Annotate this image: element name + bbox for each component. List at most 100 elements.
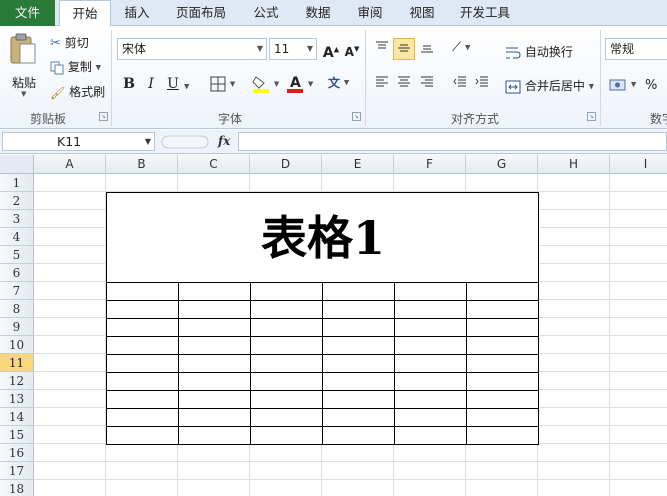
row-header-18[interactable]: 18 — [0, 480, 34, 496]
table-cell[interactable] — [179, 427, 250, 444]
table-cell[interactable] — [251, 301, 322, 318]
align-right-button[interactable] — [416, 73, 438, 95]
table-cell[interactable] — [107, 355, 178, 372]
table-cell[interactable] — [107, 373, 178, 390]
font-color-button[interactable]: A ▼ — [286, 74, 313, 94]
table-cell[interactable] — [251, 391, 322, 408]
row-header-17[interactable]: 17 — [0, 462, 34, 480]
column-header-b[interactable]: B — [106, 155, 178, 174]
insert-function-button[interactable]: fx — [218, 132, 230, 151]
table-cell[interactable] — [179, 373, 250, 390]
table-cell[interactable] — [179, 355, 250, 372]
table-cell[interactable] — [395, 355, 466, 372]
table-cell[interactable] — [323, 283, 394, 300]
table-cell[interactable] — [107, 409, 178, 426]
row-header-9[interactable]: 9 — [0, 318, 34, 336]
table-cell[interactable] — [323, 301, 394, 318]
font-launcher-icon[interactable]: ↘ — [352, 112, 361, 121]
row-header-13[interactable]: 13 — [0, 390, 34, 408]
merge-dropdown-icon[interactable]: ▼ — [589, 83, 594, 91]
tab-home[interactable]: 开始 — [59, 0, 111, 27]
column-header-i[interactable]: I — [610, 155, 667, 174]
row-header-16[interactable]: 16 — [0, 444, 34, 462]
table-cell[interactable] — [107, 427, 178, 444]
format-painter-button[interactable]: 🖌 格式刷 — [50, 83, 105, 100]
row-header-8[interactable]: 8 — [0, 300, 34, 318]
row-header-6[interactable]: 6 — [0, 264, 34, 282]
borders-button[interactable]: ▼ — [210, 76, 235, 92]
grow-font-button[interactable]: A▲ — [320, 38, 342, 61]
paste-button[interactable]: 粘贴 ▼ — [8, 32, 40, 102]
fill-color-button[interactable]: ▼ — [252, 74, 279, 94]
table-title[interactable]: 表格1 — [107, 193, 539, 283]
formula-input[interactable] — [238, 132, 667, 151]
row-header-3[interactable]: 3 — [0, 210, 34, 228]
table-cell[interactable] — [395, 337, 466, 354]
table-cell[interactable] — [395, 391, 466, 408]
table-cell[interactable] — [467, 301, 538, 318]
tab-data[interactable]: 数据 — [295, 0, 341, 26]
underline-button[interactable]: U — [162, 73, 184, 95]
currency-button[interactable]: ▼ — [609, 77, 636, 92]
row-header-14[interactable]: 14 — [0, 408, 34, 426]
row-header-15[interactable]: 15 — [0, 426, 34, 444]
column-header-d[interactable]: D — [250, 155, 322, 174]
row-header-10[interactable]: 10 — [0, 336, 34, 354]
tab-page-layout[interactable]: 页面布局 — [168, 0, 234, 26]
tab-insert[interactable]: 插入 — [114, 0, 160, 26]
name-box[interactable]: K11 ▼ — [2, 132, 155, 151]
table-cell[interactable] — [251, 373, 322, 390]
table-cell[interactable] — [107, 319, 178, 336]
tab-file[interactable]: 文件 — [0, 0, 55, 26]
font-size-select[interactable]: 11 ▼ — [269, 38, 317, 60]
table-cell[interactable] — [107, 391, 178, 408]
table-cell[interactable] — [395, 427, 466, 444]
table-cell[interactable] — [251, 427, 322, 444]
tab-formulas[interactable]: 公式 — [243, 0, 289, 26]
orientation-button[interactable]: ⟋ ▼ — [452, 40, 470, 55]
table-cell[interactable] — [395, 409, 466, 426]
table-cell[interactable] — [107, 283, 178, 300]
phonetic-button[interactable]: 文 ▼ — [328, 74, 349, 91]
table-cell[interactable] — [323, 409, 394, 426]
table-cell[interactable] — [179, 319, 250, 336]
column-header-f[interactable]: F — [394, 155, 466, 174]
table-cell[interactable] — [467, 373, 538, 390]
select-all-corner[interactable] — [0, 155, 34, 174]
copy-button[interactable]: 复制 ▼ — [50, 58, 101, 75]
table-cell[interactable] — [323, 427, 394, 444]
table-cell[interactable] — [395, 301, 466, 318]
bordered-table[interactable]: 表格1 — [106, 192, 539, 445]
align-center-button[interactable] — [393, 73, 415, 95]
table-cell[interactable] — [467, 427, 538, 444]
table-cell[interactable] — [467, 283, 538, 300]
column-header-c[interactable]: C — [178, 155, 250, 174]
italic-button[interactable]: I — [140, 73, 162, 95]
column-header-g[interactable]: G — [466, 155, 538, 174]
table-cell[interactable] — [467, 355, 538, 372]
row-header-12[interactable]: 12 — [0, 372, 34, 390]
row-header-1[interactable]: 1 — [0, 174, 34, 192]
row-header-4[interactable]: 4 — [0, 228, 34, 246]
table-cell[interactable] — [179, 409, 250, 426]
clipboard-launcher-icon[interactable]: ↘ — [99, 112, 108, 121]
table-cell[interactable] — [467, 409, 538, 426]
row-header-2[interactable]: 2 — [0, 192, 34, 210]
table-cell[interactable] — [179, 301, 250, 318]
table-cell[interactable] — [251, 337, 322, 354]
align-left-button[interactable] — [371, 73, 393, 95]
table-cell[interactable] — [395, 373, 466, 390]
table-cell[interactable] — [323, 355, 394, 372]
table-cell[interactable] — [395, 319, 466, 336]
column-header-h[interactable]: H — [538, 155, 610, 174]
align-bottom-button[interactable] — [416, 38, 438, 60]
table-cell[interactable] — [251, 355, 322, 372]
table-cell[interactable] — [395, 283, 466, 300]
underline-dropdown-icon[interactable]: ▼ — [184, 79, 189, 93]
copy-dropdown-icon[interactable]: ▼ — [96, 64, 101, 72]
row-header-7[interactable]: 7 — [0, 282, 34, 300]
tab-review[interactable]: 审阅 — [347, 0, 393, 26]
cut-button[interactable]: ✂ 剪切 — [50, 34, 89, 51]
font-name-select[interactable]: 宋体 ▼ — [117, 38, 267, 60]
number-format-select[interactable]: 常规 — [605, 38, 667, 60]
